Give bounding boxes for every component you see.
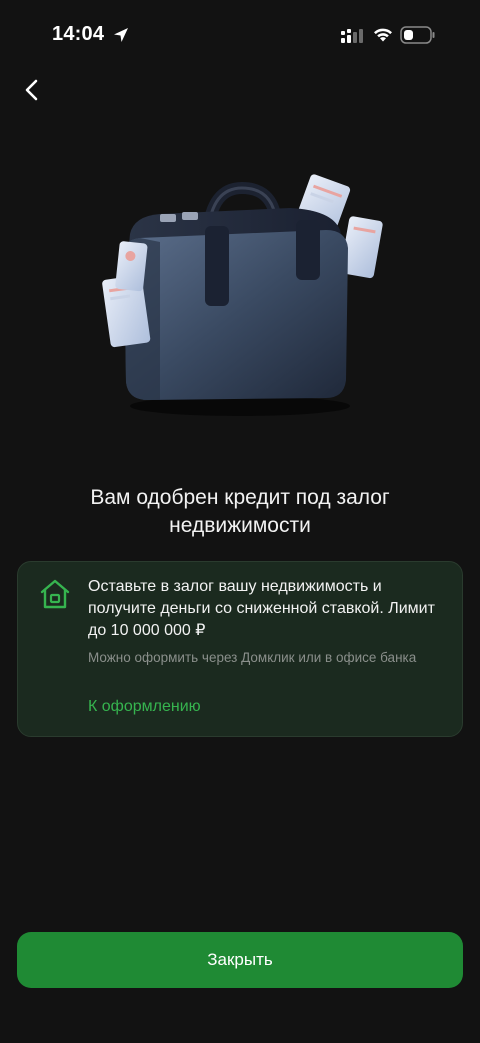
battery-icon (400, 26, 435, 44)
apply-link[interactable]: К оформлению (88, 698, 201, 716)
wifi-icon (374, 28, 392, 42)
cellular-signal-icon (341, 29, 363, 43)
status-time: 14:04 (52, 23, 105, 45)
house-icon (40, 579, 70, 609)
offer-description: Оставьте в залог вашу недвижимость и пол… (88, 578, 435, 639)
offer-note: Можно оформить через Домклик или в офисе… (88, 650, 417, 665)
chevron-left-icon (25, 79, 38, 101)
location-arrow-icon (114, 28, 128, 42)
close-button[interactable]: Закрыть (17, 932, 463, 988)
page-title: Вам одобрен кредит под залог недвижимост… (90, 486, 390, 537)
loan-approved-screen: 14:04 Вам одобрен кредит под залог недви… (0, 0, 480, 1043)
suitcase-illustration (102, 174, 383, 416)
back-button[interactable] (14, 72, 50, 108)
offer-card: Оставьте в залог вашу недвижимость и пол… (17, 561, 463, 737)
status-bar: 14:04 (0, 0, 480, 70)
